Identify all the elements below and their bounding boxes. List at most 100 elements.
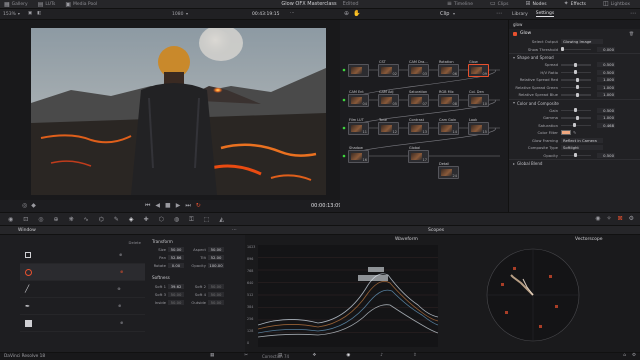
eye-icon[interactable]: ◉ xyxy=(595,216,600,222)
window-icon[interactable]: ◈ xyxy=(129,217,134,223)
key-icon[interactable]: ⚿ xyxy=(189,217,194,223)
search-input[interactable]: glow xyxy=(513,22,522,27)
warper-icon[interactable]: ⌬ xyxy=(99,217,104,223)
linear-window[interactable]: ⊕ xyxy=(20,247,145,264)
section-color-composite[interactable]: ▾ Color and Composite xyxy=(509,98,640,107)
pen-window-icon[interactable]: ✒ xyxy=(25,303,30,310)
spread-green-value[interactable]: 1.000 xyxy=(597,84,615,90)
hv-ratio-slider[interactable] xyxy=(561,70,591,74)
blur-icon[interactable]: ◍ xyxy=(174,217,179,223)
magic-mask-icon[interactable]: ⬡ xyxy=(159,217,164,223)
3d-icon[interactable]: ◭ xyxy=(219,217,224,223)
node-mode-selector[interactable]: Clip xyxy=(440,11,449,17)
node-col-den[interactable]: Col. Den 10 xyxy=(468,90,489,107)
node-tone[interactable]: Tone 12 xyxy=(378,118,399,135)
window-toggle-icon[interactable]: ⊕ xyxy=(120,321,123,325)
split-view-icon[interactable]: ◧ xyxy=(37,11,41,17)
saturation-value[interactable]: 0.468 xyxy=(597,122,615,128)
deliver-page-icon[interactable]: ⇪ xyxy=(413,354,417,359)
spread-green-slider[interactable] xyxy=(561,85,591,89)
node-cam-gain[interactable]: Cam Gain 14 xyxy=(438,118,459,135)
spread-blue-slider[interactable] xyxy=(561,92,591,97)
clip-dropdown-icon[interactable]: ▾ xyxy=(186,12,188,16)
show-threshold-slider[interactable] xyxy=(561,47,591,51)
viewer-image[interactable] xyxy=(31,28,326,195)
node-options-icon[interactable]: ⋯ xyxy=(496,11,502,17)
tab-settings[interactable]: Settings xyxy=(535,11,555,17)
node-cst[interactable]: CST 02 xyxy=(378,60,399,77)
clip-info-icon[interactable]: ◎ xyxy=(22,203,27,209)
window-toggle-icon[interactable]: ⊕ xyxy=(117,287,120,291)
node-contrast[interactable]: Contrast 13 xyxy=(408,118,429,135)
settings-icon[interactable]: ⚙ xyxy=(632,354,636,359)
gradient-window-icon[interactable] xyxy=(25,319,32,327)
fusion-page-icon[interactable]: ❖ xyxy=(312,354,316,359)
media-page-icon[interactable]: ▦ xyxy=(210,354,214,359)
effect-enable-toggle[interactable] xyxy=(513,31,517,36)
node-shadow[interactable]: Shadow 16 xyxy=(348,146,369,163)
go-to-end-icon[interactable]: ⏭ xyxy=(185,203,190,209)
node-cam-dra[interactable]: CAM Dra... 03 xyxy=(408,60,429,77)
qualifier-icon[interactable]: ✎ xyxy=(114,217,119,223)
options-icon[interactable]: ⋯ xyxy=(290,11,295,17)
effects-button[interactable]: ✦ Effects xyxy=(564,1,586,7)
square-window-icon[interactable] xyxy=(25,252,31,258)
tab-library[interactable]: Library xyxy=(512,12,528,17)
node-pan-icon[interactable]: ✋ xyxy=(353,11,360,17)
polygon-window-icon[interactable]: ╱ xyxy=(25,285,29,293)
polygon-window[interactable]: ╱ ⊕ xyxy=(20,281,145,298)
spread-red-value[interactable]: 1.000 xyxy=(597,77,615,83)
node-saturation[interactable]: Saturation 07 xyxy=(408,90,429,107)
color-match-icon[interactable]: ⊡ xyxy=(23,217,28,223)
gain-slider[interactable] xyxy=(561,108,591,112)
sizing-icon[interactable]: ⬚ xyxy=(204,217,210,223)
play-icon[interactable]: ▶ xyxy=(176,203,181,209)
spread-slider[interactable] xyxy=(561,62,591,67)
curves-icon[interactable]: ∿ xyxy=(84,217,89,223)
effect-header[interactable]: Glow 🗑 xyxy=(509,29,640,38)
node-detail[interactable]: Detail 24 xyxy=(438,162,459,179)
motion-effects-icon[interactable]: ❋ xyxy=(69,217,74,223)
node-rotation[interactable]: Rotation 06 xyxy=(438,60,459,77)
rgb-mixer-icon[interactable]: ⊕ xyxy=(54,217,59,223)
window-toggle-icon[interactable]: ⊕ xyxy=(118,304,121,308)
home-icon[interactable]: ⌂ xyxy=(623,354,626,359)
camera-raw-icon[interactable]: ◉ xyxy=(8,217,13,223)
glow-framing-dropdown[interactable]: Reflect in Camera xyxy=(561,137,603,143)
gamma-value[interactable]: 1.000 xyxy=(597,115,615,121)
spread-value[interactable]: 0.500 xyxy=(597,62,615,68)
effects-search[interactable]: glow xyxy=(509,20,640,29)
gain-value[interactable]: 0.500 xyxy=(597,107,615,113)
section-shape-spread[interactable]: ▾ Shape and Spread xyxy=(509,53,640,61)
lightbox-button[interactable]: ◫ Lightbox xyxy=(603,1,630,7)
node-01[interactable] xyxy=(348,64,369,77)
delete-button[interactable]: Delete xyxy=(129,240,141,245)
window-options-icon[interactable]: ⋯ xyxy=(232,227,237,233)
node-look[interactable]: Look 15 xyxy=(468,118,489,135)
inspector-options-icon[interactable]: ⋯ xyxy=(630,11,636,17)
node-cam-ent[interactable]: CAM Ent 04 xyxy=(348,90,369,107)
spread-red-slider[interactable] xyxy=(561,77,591,82)
node-film-lut[interactable]: Film LUT 11 xyxy=(348,118,369,135)
clips-button[interactable]: ▭ Clips xyxy=(490,1,509,7)
section-global-blend[interactable]: ▸ Global Blend xyxy=(509,159,640,167)
circle-window-icon[interactable] xyxy=(25,268,32,276)
play-reverse-icon[interactable]: ◀ xyxy=(155,203,160,209)
timeline-button[interactable]: ≡ Timeline xyxy=(447,1,473,7)
mode-dropdown-icon[interactable]: ▾ xyxy=(453,12,455,16)
color-wheels-icon[interactable]: ◎ xyxy=(38,217,43,223)
fairlight-page-icon[interactable]: ♪ xyxy=(380,354,383,359)
fx-icon[interactable]: ✧ xyxy=(607,216,612,222)
nodes-button[interactable]: ⊞ Nodes xyxy=(526,1,547,7)
opacity-value[interactable]: 0.500 xyxy=(597,152,615,158)
circle-window[interactable]: ⊕ xyxy=(20,264,145,281)
loop-icon[interactable]: ↻ xyxy=(196,203,201,209)
window-active-icon[interactable]: ⊕ xyxy=(120,270,123,274)
gradient-window[interactable]: ⊕ xyxy=(20,315,145,332)
opacity-slider[interactable] xyxy=(561,153,591,157)
settings-icon[interactable]: ⚙ xyxy=(629,216,634,222)
node-rgb-mix[interactable]: RGB Mix 08 xyxy=(438,90,459,107)
tracker-icon[interactable]: ✚ xyxy=(144,217,149,223)
stop-icon[interactable]: ■ xyxy=(165,203,171,209)
zoom-level[interactable]: 153% xyxy=(3,12,16,17)
